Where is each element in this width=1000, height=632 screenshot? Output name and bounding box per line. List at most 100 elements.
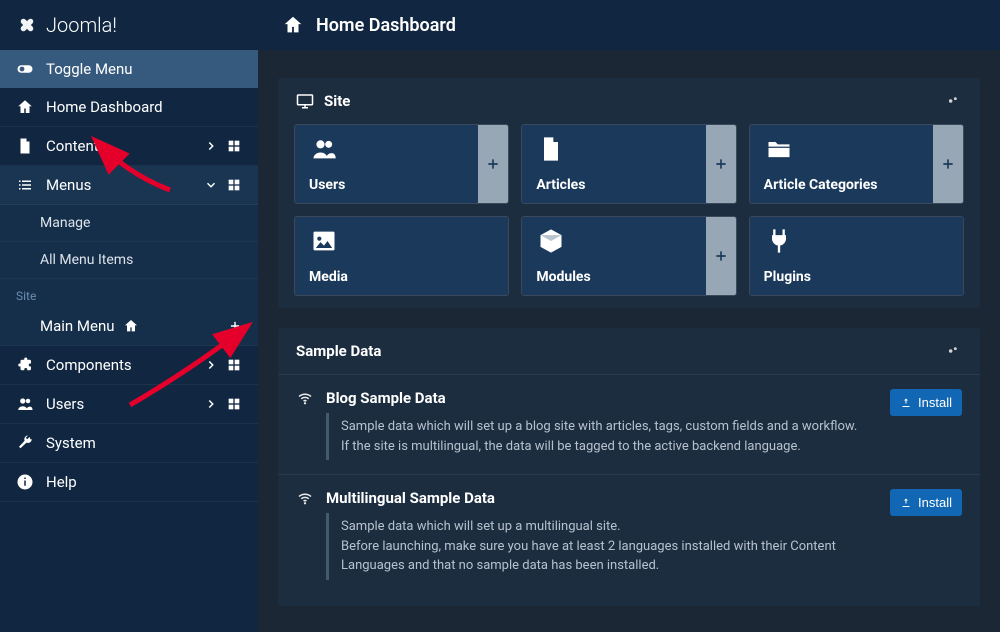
puzzle-icon	[16, 356, 34, 374]
wifi-icon	[296, 489, 314, 507]
install-label: Install	[918, 395, 952, 410]
topbar: Home Dashboard	[258, 0, 1000, 50]
main-menu-label: Main Menu	[40, 317, 115, 335]
card-plugins[interactable]: Plugins	[749, 216, 964, 296]
card-categories-plus[interactable]	[933, 125, 963, 203]
install-label: Install	[918, 495, 952, 510]
sidebar-item-label: Help	[46, 473, 242, 491]
card-modules[interactable]: Modules	[521, 216, 736, 296]
upload-icon	[900, 397, 912, 409]
card-users[interactable]: Users	[294, 124, 509, 204]
joomla-icon	[16, 14, 38, 36]
card-label: Plugins	[764, 269, 949, 285]
sample-desc-line: If the site is multilingual, the data wi…	[341, 437, 878, 457]
folder-icon	[764, 135, 794, 163]
plus-icon	[713, 156, 729, 172]
submenu-main-menu[interactable]: Main Menu	[0, 307, 258, 346]
card-users-plus[interactable]	[478, 125, 508, 203]
sample-desc: Sample data which will set up a blog sit…	[326, 413, 878, 460]
sidebar-item-system[interactable]: System	[0, 424, 258, 463]
sample-desc-line: Sample data which will set up a multilin…	[341, 517, 878, 537]
sidebar-item-components[interactable]: Components	[0, 346, 258, 385]
grid-icon[interactable]	[226, 396, 242, 412]
sidebar: Joomla! Toggle Menu Home Dashboard Conte…	[0, 0, 258, 632]
toggle-icon	[16, 60, 34, 78]
list-icon	[16, 176, 34, 194]
plus-icon[interactable]	[228, 319, 242, 333]
chevron-down-icon[interactable]	[204, 178, 218, 192]
card-articles[interactable]: Articles	[521, 124, 736, 204]
sample-panel-header: Sample Data	[278, 328, 980, 374]
sample-desc-line: Sample data which will set up a blog sit…	[341, 417, 878, 437]
card-article-categories[interactable]: Article Categories	[749, 124, 964, 204]
sidebar-item-users[interactable]: Users	[0, 385, 258, 424]
sidebar-item-menus[interactable]: Menus	[0, 166, 258, 205]
site-panel: Site Users Articles Article Categories	[278, 78, 980, 308]
sidebar-item-help[interactable]: Help	[0, 463, 258, 502]
card-label: Modules	[536, 269, 691, 285]
sample-multilingual: Multilingual Sample Data Sample data whi…	[278, 474, 980, 594]
file-icon	[536, 135, 566, 163]
sidebar-item-label: Menus	[46, 176, 192, 194]
sidebar-item-label: Content	[46, 137, 192, 155]
card-articles-plus[interactable]	[706, 125, 736, 203]
sample-panel-title: Sample Data	[296, 342, 934, 360]
content: Site Users Articles Article Categories	[258, 50, 1000, 632]
home-icon	[282, 14, 304, 36]
chevron-right-icon[interactable]	[204, 139, 218, 153]
sidebar-item-content[interactable]: Content	[0, 127, 258, 166]
sidebar-item-label: System	[46, 434, 242, 452]
menus-submenu: Manage All Menu Items Site Main Menu	[0, 205, 258, 346]
submenu-site-heading: Site	[0, 279, 258, 307]
users-icon	[16, 395, 34, 413]
sample-title: Multilingual Sample Data	[326, 489, 495, 507]
card-media[interactable]: Media	[294, 216, 509, 296]
chevron-right-icon[interactable]	[204, 358, 218, 372]
plus-icon	[485, 156, 501, 172]
sample-data-panel: Sample Data Blog Sample Data Sample data…	[278, 328, 980, 606]
users-icon	[309, 135, 339, 163]
grid-icon[interactable]	[226, 177, 242, 193]
main: Home Dashboard Site Users Articles	[258, 0, 1000, 632]
site-cards: Users Articles Article Categories Media	[278, 124, 980, 296]
gear-icon[interactable]	[944, 94, 962, 108]
card-label: Users	[309, 177, 464, 193]
upload-icon	[900, 497, 912, 509]
sample-desc-line: Before launching, make sure you have at …	[341, 537, 878, 576]
chevron-right-icon[interactable]	[204, 397, 218, 411]
sample-blog: Blog Sample Data Sample data which will …	[278, 374, 980, 474]
card-label: Media	[309, 269, 494, 285]
file-icon	[16, 137, 34, 155]
submenu-manage[interactable]: Manage	[0, 205, 258, 242]
logo[interactable]: Joomla!	[0, 0, 258, 50]
card-label: Articles	[536, 177, 691, 193]
wifi-icon	[296, 389, 314, 407]
grid-icon[interactable]	[226, 357, 242, 373]
card-label: Article Categories	[764, 177, 919, 193]
home-icon	[123, 318, 139, 334]
install-button[interactable]: Install	[890, 489, 962, 516]
sidebar-item-label: Users	[46, 395, 192, 413]
plug-icon	[764, 227, 794, 255]
card-modules-plus[interactable]	[706, 217, 736, 295]
site-panel-title: Site	[324, 92, 934, 110]
site-panel-header: Site	[278, 78, 980, 124]
cube-icon	[536, 227, 566, 255]
info-icon	[16, 473, 34, 491]
submenu-all-items[interactable]: All Menu Items	[0, 242, 258, 279]
monitor-icon	[296, 92, 314, 110]
plus-icon	[940, 156, 956, 172]
logo-text: Joomla!	[46, 13, 117, 37]
plus-icon	[713, 248, 729, 264]
wrench-icon	[16, 434, 34, 452]
toggle-menu[interactable]: Toggle Menu	[0, 50, 258, 88]
page-title: Home Dashboard	[316, 15, 456, 36]
sidebar-item-label: Home Dashboard	[46, 98, 242, 116]
sidebar-item-label: Components	[46, 356, 192, 374]
grid-icon[interactable]	[226, 138, 242, 154]
toggle-label: Toggle Menu	[46, 60, 242, 78]
install-button[interactable]: Install	[890, 389, 962, 416]
gear-icon[interactable]	[944, 344, 962, 358]
sidebar-item-home[interactable]: Home Dashboard	[0, 88, 258, 127]
image-icon	[309, 227, 339, 255]
